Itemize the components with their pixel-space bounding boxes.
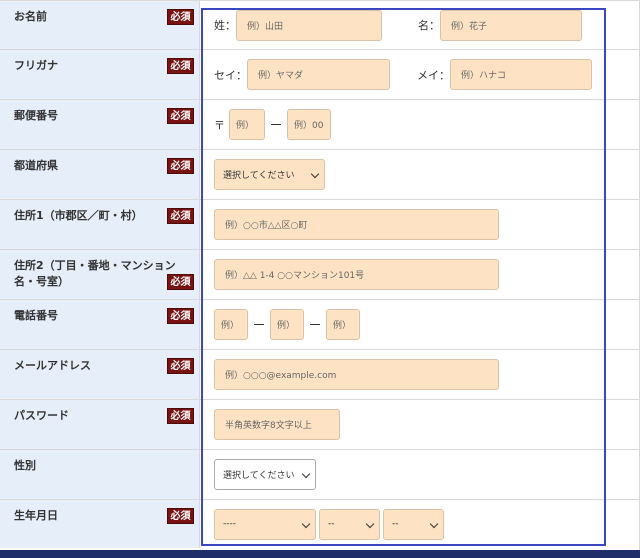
label-cell: お名前 必須: [0, 1, 200, 49]
gender-selected-value: 選択してください: [223, 471, 295, 481]
birth-day-value: --: [392, 519, 399, 529]
first-name-input[interactable]: 例）花子: [440, 9, 582, 41]
phone-middle-input[interactable]: 例）: [270, 309, 304, 340]
birth-day-select[interactable]: --: [383, 508, 444, 540]
field-cell: 例）○○市△△区○町: [200, 200, 640, 249]
row-furigana: フリガナ 必須 セイ： 例）ヤマダ メイ： 例）ハナコ: [0, 50, 640, 100]
prefecture-selected-value: 選択してください: [223, 171, 295, 181]
label-cell: メールアドレス 必須: [0, 350, 200, 399]
password-input[interactable]: 半角英数字8文字以上: [214, 409, 340, 440]
row-password: パスワード 必須 半角英数字8文字以上: [0, 400, 640, 450]
label-cell: 性別: [0, 450, 200, 499]
phone-area-input[interactable]: 例）: [214, 309, 248, 340]
postal-dash: [271, 124, 281, 125]
registration-form: お名前 必須 姓： 例）山田 名： 例）花子 フリガナ 必須 セイ： 例）ヤマダ…: [0, 0, 640, 548]
sei-label: 姓：: [214, 19, 236, 32]
row-phone: 電話番号 必須 例） 例） 例）: [0, 300, 640, 350]
email-input[interactable]: 例）○○○@example.com: [214, 359, 499, 390]
field-label: 電話番号: [14, 309, 58, 322]
field-label: 住所1（市郡区／町・村）: [14, 209, 143, 222]
required-badge: 必須: [167, 508, 194, 524]
chevron-down-icon: [429, 519, 439, 528]
first-name-kana-input[interactable]: 例）ハナコ: [450, 59, 592, 90]
mei-kana-label: メイ：: [417, 68, 450, 82]
sei-kana-label: セイ：: [214, 68, 247, 82]
footer-bar: [0, 550, 640, 558]
field-label: お名前: [14, 10, 47, 23]
label-cell: 住所1（市郡区／町・村） 必須: [0, 200, 200, 249]
label-cell: 住所2（丁目・番地・マンション名・号室） 必須: [0, 250, 200, 299]
required-badge: 必須: [167, 358, 194, 374]
phone-dash: [310, 324, 320, 325]
field-cell: 選択してください: [200, 450, 640, 499]
postal-code-second-input[interactable]: 例）00: [287, 109, 331, 140]
field-cell: 例） 例） 例）: [200, 300, 640, 349]
row-birthday: 生年月日 必須 ---- -- --: [0, 500, 640, 548]
label-cell: パスワード 必須: [0, 400, 200, 449]
field-cell: 〒 例） 例）00: [200, 100, 640, 149]
address2-input[interactable]: 例）△△ 1-4 ○○マンション101号: [214, 259, 499, 290]
field-label: パスワード: [14, 409, 69, 422]
row-name: お名前 必須 姓： 例）山田 名： 例）花子: [0, 0, 640, 50]
required-badge: 必須: [167, 208, 194, 224]
birth-year-select[interactable]: ----: [214, 508, 316, 540]
field-label: 都道府県: [14, 159, 58, 172]
row-address2: 住所2（丁目・番地・マンション名・号室） 必須 例）△△ 1-4 ○○マンション…: [0, 250, 640, 300]
required-badge: 必須: [167, 9, 194, 25]
field-cell: 例）○○○@example.com: [200, 350, 640, 399]
required-badge: 必須: [167, 58, 194, 74]
field-label: 生年月日: [14, 509, 58, 522]
birth-year-value: ----: [223, 519, 236, 529]
required-badge: 必須: [167, 108, 194, 124]
field-label: 郵便番号: [14, 109, 58, 122]
row-prefecture: 都道府県 必須 選択してください: [0, 150, 640, 200]
gender-select[interactable]: 選択してください: [214, 459, 316, 490]
field-cell: 例）△△ 1-4 ○○マンション101号: [200, 250, 640, 299]
birth-month-select[interactable]: --: [319, 508, 380, 540]
label-cell: フリガナ 必須: [0, 50, 200, 99]
field-label: 性別: [14, 459, 36, 472]
birth-month-value: --: [328, 519, 335, 529]
field-label: 住所2（丁目・番地・マンション名・号室）: [14, 259, 176, 288]
label-cell: 電話番号 必須: [0, 300, 200, 349]
field-cell: 選択してください: [200, 150, 640, 199]
address1-input[interactable]: 例）○○市△△区○町: [214, 209, 499, 240]
chevron-down-icon: [301, 519, 311, 528]
phone-dash: [254, 324, 264, 325]
row-address1: 住所1（市郡区／町・村） 必須 例）○○市△△区○町: [0, 200, 640, 250]
field-label: フリガナ: [14, 59, 58, 72]
label-cell: 郵便番号 必須: [0, 100, 200, 149]
phone-last-input[interactable]: 例）: [326, 309, 360, 340]
required-badge: 必須: [167, 308, 194, 324]
row-gender: 性別 選択してください: [0, 450, 640, 500]
required-badge: 必須: [167, 274, 194, 290]
label-cell: 生年月日 必須: [0, 500, 200, 548]
chevron-down-icon: [365, 519, 375, 528]
field-cell: セイ： 例）ヤマダ メイ： 例）ハナコ: [200, 50, 640, 99]
prefecture-select[interactable]: 選択してください: [214, 159, 325, 190]
label-cell: 都道府県 必須: [0, 150, 200, 199]
row-postal: 郵便番号 必須 〒 例） 例）00: [0, 100, 640, 150]
required-badge: 必須: [167, 408, 194, 424]
last-name-input[interactable]: 例）山田: [236, 9, 382, 41]
required-badge: 必須: [167, 158, 194, 174]
field-label: メールアドレス: [14, 359, 91, 372]
chevron-down-icon: [301, 469, 311, 479]
last-name-kana-input[interactable]: 例）ヤマダ: [247, 59, 390, 90]
field-cell: 半角英数字8文字以上: [200, 400, 640, 449]
row-email: メールアドレス 必須 例）○○○@example.com: [0, 350, 640, 400]
field-cell: ---- -- --: [200, 500, 640, 548]
chevron-down-icon: [310, 169, 320, 179]
postal-code-first-input[interactable]: 例）: [229, 109, 265, 140]
field-cell: 姓： 例）山田 名： 例）花子: [200, 1, 640, 49]
mei-label: 名：: [418, 19, 440, 32]
postal-mark: 〒: [214, 118, 225, 132]
